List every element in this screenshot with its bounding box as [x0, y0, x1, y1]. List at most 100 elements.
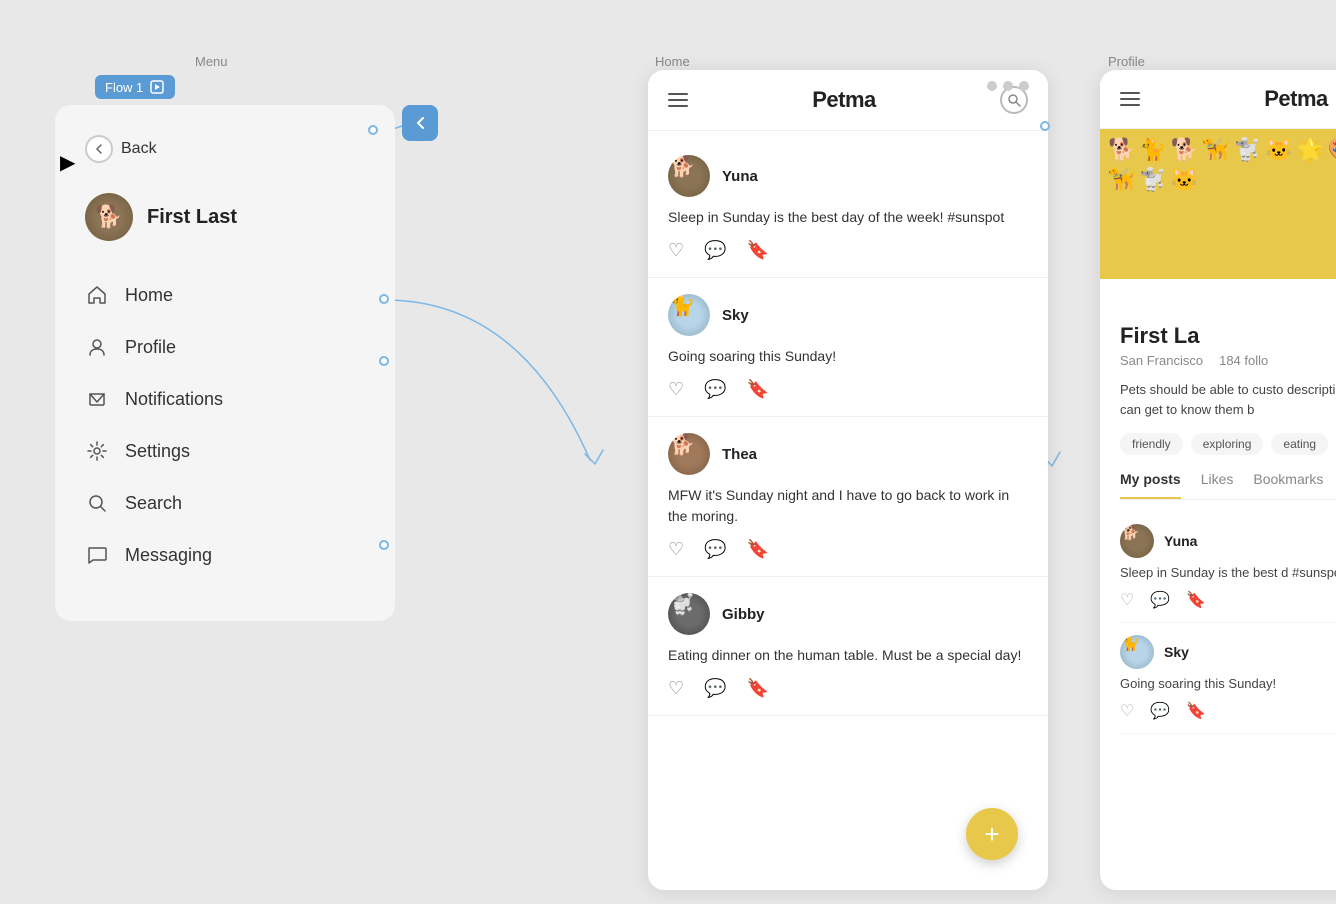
mini-post-1-avatar: 🐕	[1120, 524, 1154, 558]
back-chevron-icon	[92, 142, 106, 156]
profile-hamburger-menu[interactable]	[1120, 92, 1140, 106]
back-button[interactable]: Back	[85, 135, 365, 163]
flow-badge[interactable]: Flow 1	[95, 75, 175, 99]
mini-post-2-like[interactable]: ♡	[1120, 701, 1134, 721]
profile-tag-2[interactable]: eating	[1271, 433, 1328, 455]
notifications-icon	[85, 387, 109, 411]
home-hamburger-menu[interactable]	[668, 93, 688, 107]
profile-tab-posts[interactable]: My posts	[1120, 471, 1181, 499]
profile-name: First La	[1120, 323, 1336, 349]
profile-location: San Francisco	[1120, 353, 1203, 368]
flow-badge-icon	[149, 79, 165, 95]
menu-item-messaging-label: Messaging	[125, 545, 212, 566]
post-2-comment-icon[interactable]: 💬	[704, 379, 726, 400]
profile-tabs: My posts Likes Bookmarks	[1120, 471, 1336, 500]
post-3-like-icon[interactable]: ♡	[668, 539, 684, 560]
mini-post-2-text: Going soaring this Sunday!	[1120, 675, 1336, 693]
post-item-1: 🐕 Yuna Sleep in Sunday is the best day o…	[648, 139, 1048, 278]
menu-username: First Last	[147, 206, 237, 229]
menu-item-home[interactable]: Home	[85, 269, 365, 321]
flow-badge-label: Flow 1	[105, 80, 143, 95]
window-ctrl-2	[1003, 81, 1013, 91]
menu-avatar-emoji: 🐕	[95, 206, 122, 228]
post-1-like-icon[interactable]: ♡	[668, 240, 684, 261]
window-ctrl-3	[1019, 81, 1029, 91]
post-2-username: Sky	[722, 307, 749, 324]
post-1-actions: ♡ 💬 🔖	[668, 240, 1028, 261]
post-3-bookmark-icon[interactable]: 🔖	[747, 539, 769, 560]
back-arrow-button[interactable]	[402, 105, 438, 141]
post-2-actions: ♡ 💬 🔖	[668, 379, 1028, 400]
menu-item-settings-label: Settings	[125, 441, 190, 462]
post-4-avatar-emoji: 🐩	[668, 593, 695, 616]
mini-post-1-actions: ♡ 💬 🔖	[1120, 590, 1336, 610]
profile-followers: 184 follo	[1219, 353, 1268, 368]
profile-cover: 🐕 🐈 🐕 🦮 🐩 🐱 🌟 🎨 🐾 🐕 🐈 🐕 🦮 🐩 🐱 🐕	[1100, 129, 1336, 279]
mini-post-2-comment[interactable]: 💬	[1150, 701, 1170, 721]
post-2-avatar-emoji: 🐈	[668, 294, 695, 317]
mini-post-2-bookmark[interactable]: 🔖	[1186, 701, 1206, 721]
profile-meta: San Francisco 184 follo	[1120, 353, 1336, 368]
home-screen-header: Petma	[648, 70, 1048, 131]
profile-screen-header: Petma	[1100, 70, 1336, 129]
dot-home-search	[1040, 121, 1050, 131]
home-feed: 🐕 Yuna Sleep in Sunday is the best day o…	[648, 131, 1048, 890]
mini-post-1-comment[interactable]: 💬	[1150, 590, 1170, 610]
back-icon	[411, 114, 429, 132]
post-2-like-icon[interactable]: ♡	[668, 379, 684, 400]
messaging-icon	[85, 543, 109, 567]
post-3-text: MFW it's Sunday night and I have to go b…	[668, 485, 1028, 527]
home-logo: Petma	[812, 87, 876, 113]
fab-create-post[interactable]: +	[966, 808, 1018, 860]
menu-label: Menu	[195, 54, 228, 69]
menu-item-search-label: Search	[125, 493, 182, 514]
dot-back	[368, 125, 378, 135]
post-4-text: Eating dinner on the human table. Must b…	[668, 645, 1028, 666]
menu-item-profile[interactable]: Profile	[85, 321, 365, 373]
post-2-bookmark-icon[interactable]: 🔖	[747, 379, 769, 400]
menu-item-settings[interactable]: Settings	[85, 425, 365, 477]
post-item-2: 🐈 Sky Going soaring this Sunday! ♡ 💬 🔖	[648, 278, 1048, 417]
menu-user[interactable]: 🐕 First Last	[85, 193, 365, 241]
profile-tag-0[interactable]: friendly	[1120, 433, 1183, 455]
dot-home	[379, 294, 389, 304]
post-4-like-icon[interactable]: ♡	[668, 678, 684, 699]
post-1-username: Yuna	[722, 168, 758, 185]
post-4-bookmark-icon[interactable]: 🔖	[747, 678, 769, 699]
menu-item-messaging[interactable]: Messaging	[85, 529, 365, 581]
menu-item-profile-label: Profile	[125, 337, 176, 358]
post-1-comment-icon[interactable]: 💬	[704, 240, 726, 261]
profile-logo: Petma	[1264, 86, 1328, 112]
mini-post-1-text: Sleep in Sunday is the best d #sunspot	[1120, 564, 1336, 582]
back-label: Back	[121, 140, 157, 158]
mini-post-1-bookmark[interactable]: 🔖	[1186, 590, 1206, 610]
profile-tag-1[interactable]: exploring	[1191, 433, 1264, 455]
post-1-bookmark-icon[interactable]: 🔖	[747, 240, 769, 261]
mini-post-1-like[interactable]: ♡	[1120, 590, 1134, 610]
profile-label: Profile	[1108, 54, 1145, 69]
mini-post-2: 🐈 Sky Going soaring this Sunday! ♡ 💬 🔖	[1120, 623, 1336, 734]
cursor: ▶	[60, 150, 75, 175]
dot-profile	[379, 356, 389, 366]
menu-item-search[interactable]: Search	[85, 477, 365, 529]
profile-stickers: 🐕 🐈 🐕 🦮 🐩 🐱 🌟 🎨 🐾 🐕 🐈 🐕 🦮 🐩 🐱	[1100, 129, 1336, 201]
dot-search	[379, 540, 389, 550]
profile-screen: Petma 🐕 🐈 🐕 🦮 🐩 🐱 🌟 🎨 🐾 🐕 🐈 🐕 🦮 🐩 🐱 🐕 F	[1100, 70, 1336, 890]
profile-tab-bookmarks[interactable]: Bookmarks	[1253, 471, 1323, 499]
mini-post-1-emoji: 🐕	[1120, 524, 1140, 541]
post-4-comment-icon[interactable]: 💬	[704, 678, 726, 699]
post-item-3: 🐕 Thea MFW it's Sunday night and I have …	[648, 417, 1048, 577]
mini-post-1-username: Yuna	[1164, 533, 1197, 549]
menu-user-avatar: 🐕	[85, 193, 133, 241]
menu-items-list: Home Profile Notification	[85, 269, 365, 581]
post-avatar-4: 🐩	[668, 593, 710, 635]
profile-tab-likes[interactable]: Likes	[1201, 471, 1234, 499]
post-3-comment-icon[interactable]: 💬	[704, 539, 726, 560]
mini-post-2-emoji: 🐈	[1120, 635, 1140, 652]
menu-item-notifications[interactable]: Notifications	[85, 373, 365, 425]
mini-post-1: 🐕 Yuna Sleep in Sunday is the best d #su…	[1120, 512, 1336, 623]
mini-post-2-actions: ♡ 💬 🔖	[1120, 701, 1336, 721]
post-3-username: Thea	[722, 446, 757, 463]
profile-info: First La San Francisco 184 follo Pets sh…	[1100, 279, 1336, 750]
post-item-4: 🐩 Gibby Eating dinner on the human table…	[648, 577, 1048, 716]
